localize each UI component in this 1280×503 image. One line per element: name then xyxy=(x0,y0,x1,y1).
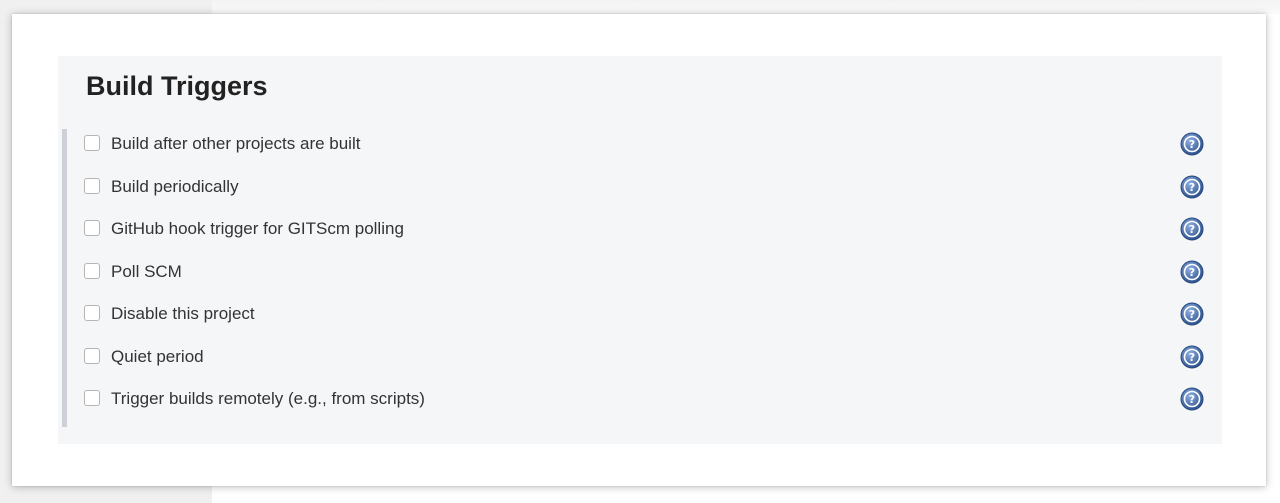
option-label[interactable]: Poll SCM xyxy=(111,261,182,283)
svg-text:?: ? xyxy=(1189,181,1195,194)
github-hook-trigger-checkbox[interactable] xyxy=(84,220,100,236)
help-icon[interactable]: ? xyxy=(1180,132,1204,156)
svg-text:?: ? xyxy=(1189,351,1195,364)
svg-text:?: ? xyxy=(1189,138,1195,151)
svg-text:?: ? xyxy=(1189,308,1195,321)
build-after-other-projects-checkbox[interactable] xyxy=(84,135,100,151)
svg-text:?: ? xyxy=(1189,393,1195,406)
option-build-after-other-projects: Build after other projects are built ? xyxy=(67,129,1217,159)
option-label[interactable]: Quiet period xyxy=(111,346,204,368)
build-triggers-options: Build after other projects are built ? B xyxy=(62,129,1217,427)
svg-text:?: ? xyxy=(1189,223,1195,236)
help-icon[interactable]: ? xyxy=(1180,260,1204,284)
option-trigger-builds-remotely: Trigger builds remotely (e.g., from scri… xyxy=(67,384,1217,414)
quiet-period-checkbox[interactable] xyxy=(84,348,100,364)
option-label[interactable]: Build after other projects are built xyxy=(111,133,360,155)
disable-project-checkbox[interactable] xyxy=(84,305,100,321)
svg-text:?: ? xyxy=(1189,266,1195,279)
option-github-hook-trigger: GitHub hook trigger for GITScm polling ? xyxy=(67,214,1217,244)
help-icon[interactable]: ? xyxy=(1180,302,1204,326)
option-label[interactable]: Disable this project xyxy=(111,303,255,325)
section-title: Build Triggers xyxy=(86,71,268,101)
help-icon[interactable]: ? xyxy=(1180,387,1204,411)
option-disable-project: Disable this project ? xyxy=(67,299,1217,329)
option-label[interactable]: Trigger builds remotely (e.g., from scri… xyxy=(111,388,425,410)
trigger-builds-remotely-checkbox[interactable] xyxy=(84,390,100,406)
page-header-background xyxy=(212,0,1280,14)
help-icon[interactable]: ? xyxy=(1180,345,1204,369)
help-icon[interactable]: ? xyxy=(1180,217,1204,241)
option-build-periodically: Build periodically ? xyxy=(67,172,1217,202)
help-icon[interactable]: ? xyxy=(1180,175,1204,199)
poll-scm-checkbox[interactable] xyxy=(84,263,100,279)
option-label[interactable]: GitHub hook trigger for GITScm polling xyxy=(111,218,404,240)
build-periodically-checkbox[interactable] xyxy=(84,178,100,194)
option-label[interactable]: Build periodically xyxy=(111,176,239,198)
job-config-panel: Build Triggers Build after other project… xyxy=(12,14,1266,486)
build-triggers-section: Build Triggers Build after other project… xyxy=(58,56,1222,444)
option-poll-scm: Poll SCM ? xyxy=(67,257,1217,287)
option-quiet-period: Quiet period ? xyxy=(67,342,1217,372)
